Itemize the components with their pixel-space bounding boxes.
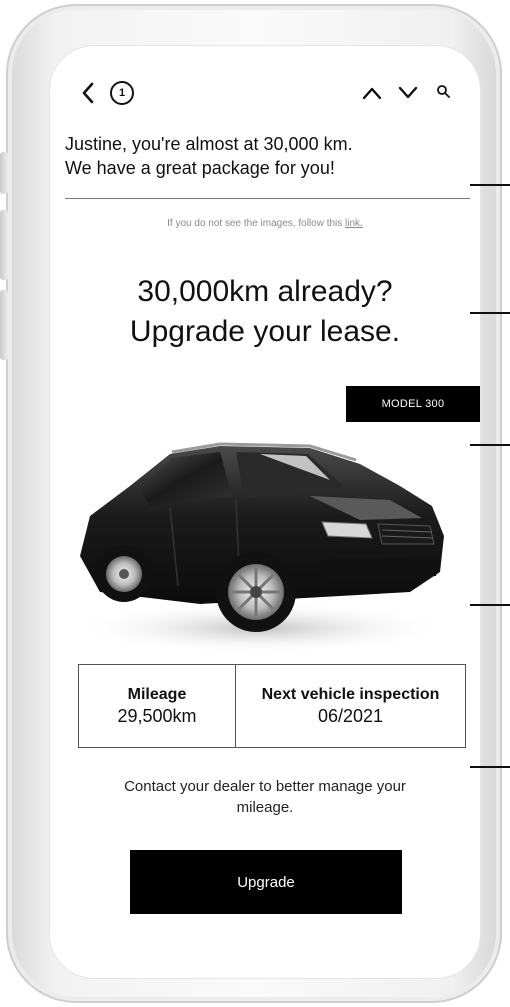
mileage-label: Mileage bbox=[127, 685, 187, 703]
side-button bbox=[0, 210, 8, 280]
inspection-value: 06/2021 bbox=[317, 705, 384, 726]
annotation-line bbox=[470, 312, 510, 314]
chevron-up-icon[interactable] bbox=[362, 86, 382, 100]
annotation-line bbox=[470, 604, 510, 606]
annotation-line bbox=[470, 766, 510, 768]
inspection-label: Next vehicle inspection bbox=[261, 685, 440, 703]
divider bbox=[65, 198, 470, 199]
greeting-text: Justine, you're almost at 30,000 km. We … bbox=[65, 132, 465, 180]
model-tag: MODEL 300 bbox=[346, 386, 480, 422]
greeting-line: We have a great package for you! bbox=[65, 158, 335, 178]
preheader-text: If you do not see the images, follow thi… bbox=[167, 218, 346, 229]
side-button bbox=[0, 290, 8, 360]
message-count-badge: 1 bbox=[110, 81, 134, 105]
mileage-value: 29,500km bbox=[117, 705, 197, 726]
car-image bbox=[70, 442, 450, 654]
chevron-down-icon[interactable] bbox=[398, 86, 418, 100]
headline-line: Upgrade your lease. bbox=[129, 315, 401, 348]
chevron-left-icon[interactable] bbox=[80, 82, 96, 104]
inspection-cell: Next vehicle inspection 06/2021 bbox=[236, 665, 465, 747]
headline-line: 30,000km already? bbox=[137, 275, 393, 308]
greeting-line: Justine, you're almost at 30,000 km. bbox=[65, 134, 353, 154]
phone-frame: 1 Justine, you're almost at 30,000 km. W… bbox=[0, 4, 502, 1003]
vehicle-info-table: Mileage 29,500km Next vehicle inspection… bbox=[78, 664, 466, 748]
side-button bbox=[0, 152, 8, 194]
mileage-cell: Mileage 29,500km bbox=[79, 665, 236, 747]
headline: 30,000km already? Upgrade your lease. bbox=[50, 272, 480, 352]
annotation-line bbox=[470, 184, 510, 186]
upgrade-button[interactable]: Upgrade bbox=[130, 850, 402, 914]
preheader-link[interactable]: link. bbox=[345, 218, 363, 229]
email-screen: 1 Justine, you're almost at 30,000 km. W… bbox=[50, 46, 480, 978]
contact-text: Contact your dealer to better manage you… bbox=[124, 778, 406, 816]
search-icon[interactable] bbox=[436, 84, 450, 98]
annotation-line bbox=[470, 444, 510, 446]
preheader: If you do not see the images, follow thi… bbox=[50, 218, 480, 229]
